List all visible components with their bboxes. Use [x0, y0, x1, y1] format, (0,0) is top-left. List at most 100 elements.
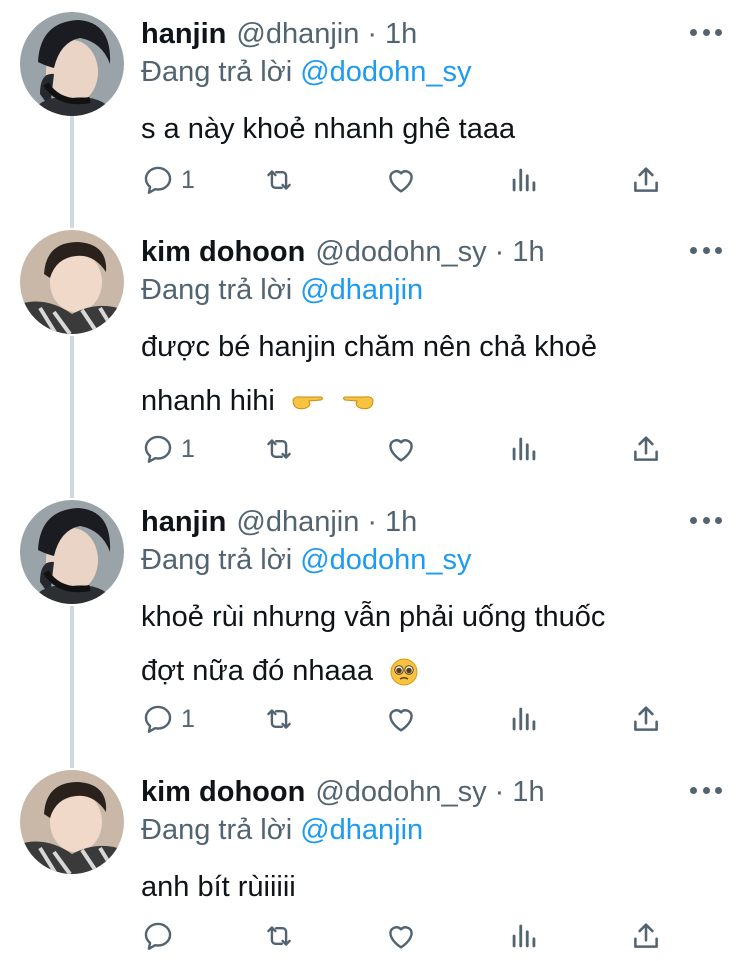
reply-button[interactable]: 1 — [141, 699, 195, 739]
tweet-header: hanjin @dhanjin · 1h — [141, 500, 417, 544]
retweet-button[interactable] — [262, 699, 296, 739]
like-button[interactable] — [384, 699, 418, 739]
share-icon — [634, 923, 658, 948]
retweet-icon — [267, 926, 291, 946]
replying-to: Đang trả lời @dodohn_sy — [141, 544, 472, 577]
tweet-text-line: đợt nữa đó nhaaa — [141, 655, 373, 687]
reply-thread: hanjin @dhanjin · 1h Đang trả lời @dodohn… — [0, 0, 750, 961]
tweet-text-line: s a này khoẻ nhanh ghê taaa — [141, 113, 516, 145]
reply-button[interactable]: 1 — [141, 429, 195, 469]
reply-icon — [144, 166, 172, 194]
more-options-icon[interactable] — [690, 22, 722, 42]
replying-to-label: Đang trả lời — [141, 544, 293, 576]
tweet[interactable]: kim dohoon @dodohn_sy · 1h Đang trả lời @… — [0, 768, 750, 961]
tweet[interactable]: hanjin @dhanjin · 1h Đang trả lời @dodohn… — [0, 498, 750, 748]
pleading-face-icon — [390, 658, 418, 686]
retweet-icon — [267, 709, 291, 729]
replying-to-label: Đang trả lời — [141, 814, 293, 846]
tweet-actions — [141, 916, 681, 956]
display-name[interactable]: hanjin — [141, 18, 226, 51]
reply-count: 1 — [181, 434, 195, 463]
tweet-text-line: anh bít rùiiiii — [141, 871, 296, 903]
replying-to: Đang trả lời @dodohn_sy — [141, 56, 472, 89]
retweet-icon — [267, 439, 291, 459]
share-icon — [634, 167, 658, 192]
tweet-header: kim dohoon @dodohn_sy · 1h — [141, 230, 545, 274]
reply-count: 1 — [181, 165, 195, 194]
reply-icon — [144, 435, 172, 463]
tweet-text-line: nhanh hihi — [141, 385, 275, 417]
user-handle[interactable]: @dodohn_sy — [315, 236, 486, 269]
tweet-text: s a này khoẻ nhanh ghê taaa — [141, 102, 701, 156]
share-icon — [634, 706, 658, 731]
retweet-button[interactable] — [262, 429, 296, 469]
more-options-icon[interactable] — [690, 240, 722, 260]
tweet-header: kim dohoon @dodohn_sy · 1h — [141, 770, 545, 814]
avatar[interactable] — [20, 500, 124, 604]
analytics-button[interactable] — [507, 699, 541, 739]
avatar[interactable] — [20, 12, 124, 116]
tweet-text: khoẻ rùi nhưng vẫn phải uống thuốc đợt n… — [141, 590, 701, 698]
analytics-button[interactable] — [507, 429, 541, 469]
analytics-icon — [512, 924, 536, 948]
share-button[interactable] — [629, 429, 663, 469]
like-icon — [389, 170, 413, 193]
analytics-icon — [512, 707, 536, 731]
tweet-actions: 1 — [141, 160, 681, 200]
like-icon — [389, 709, 413, 732]
tweet-text: anh bít rùiiiii — [141, 860, 701, 914]
avatar[interactable] — [20, 230, 124, 334]
share-button[interactable] — [629, 699, 663, 739]
user-handle[interactable]: @dhanjin — [236, 18, 359, 51]
reply-icon — [144, 705, 172, 733]
reply-icon — [144, 922, 172, 950]
share-button[interactable] — [629, 916, 663, 956]
like-button[interactable] — [384, 916, 418, 956]
more-options-icon[interactable] — [690, 780, 722, 800]
separator-dot: · — [367, 505, 378, 538]
display-name[interactable]: kim dohoon — [141, 236, 305, 269]
retweet-button[interactable] — [262, 916, 296, 956]
reply-mention-link[interactable]: @dodohn_sy — [300, 56, 471, 88]
share-icon — [634, 436, 658, 461]
backhand-index-pointing-left-icon — [342, 396, 374, 410]
tweet-text-line-with-emoji: nhanh hihi — [141, 374, 701, 428]
reply-mention-link[interactable]: @dhanjin — [300, 814, 423, 846]
like-button[interactable] — [384, 160, 418, 200]
timestamp[interactable]: 1h — [512, 236, 544, 269]
tweet-actions: 1 — [141, 429, 681, 469]
timestamp[interactable]: 1h — [385, 506, 417, 539]
replying-to-label: Đang trả lời — [141, 56, 293, 88]
user-handle[interactable]: @dodohn_sy — [315, 776, 486, 809]
more-options-icon[interactable] — [690, 510, 722, 530]
retweet-icon — [267, 170, 291, 190]
like-button[interactable] — [384, 429, 418, 469]
tweet[interactable]: kim dohoon @dodohn_sy · 1h Đang trả lời @… — [0, 228, 750, 478]
share-button[interactable] — [629, 160, 663, 200]
timestamp[interactable]: 1h — [385, 18, 417, 51]
tweet-text-line-with-emoji: đợt nữa đó nhaaa — [141, 644, 701, 698]
display-name[interactable]: kim dohoon — [141, 776, 305, 809]
tweet-header: hanjin @dhanjin · 1h — [141, 12, 417, 56]
retweet-button[interactable] — [262, 160, 296, 200]
avatar[interactable] — [20, 770, 124, 874]
timestamp[interactable]: 1h — [512, 776, 544, 809]
like-icon — [389, 926, 413, 949]
backhand-index-pointing-right-icon — [292, 396, 323, 410]
reply-count: 1 — [181, 704, 195, 733]
tweet[interactable]: hanjin @dhanjin · 1h Đang trả lời @dodohn… — [0, 10, 750, 210]
replying-to: Đang trả lời @dhanjin — [141, 814, 423, 847]
display-name[interactable]: hanjin — [141, 506, 226, 539]
reply-button[interactable]: 1 — [141, 160, 195, 200]
tweet-text-line: khoẻ rùi nhưng vẫn phải uống thuốc — [141, 601, 606, 633]
reply-mention-link[interactable]: @dodohn_sy — [300, 544, 471, 576]
reply-mention-link[interactable]: @dhanjin — [300, 274, 423, 306]
analytics-icon — [512, 437, 536, 461]
analytics-button[interactable] — [507, 916, 541, 956]
tweet-actions: 1 — [141, 699, 681, 739]
user-handle[interactable]: @dhanjin — [236, 506, 359, 539]
tweet-text-line: được bé hanjin chăm nên chả khoẻ — [141, 331, 597, 363]
analytics-icon — [512, 168, 536, 192]
reply-button[interactable] — [141, 916, 181, 956]
analytics-button[interactable] — [507, 160, 541, 200]
